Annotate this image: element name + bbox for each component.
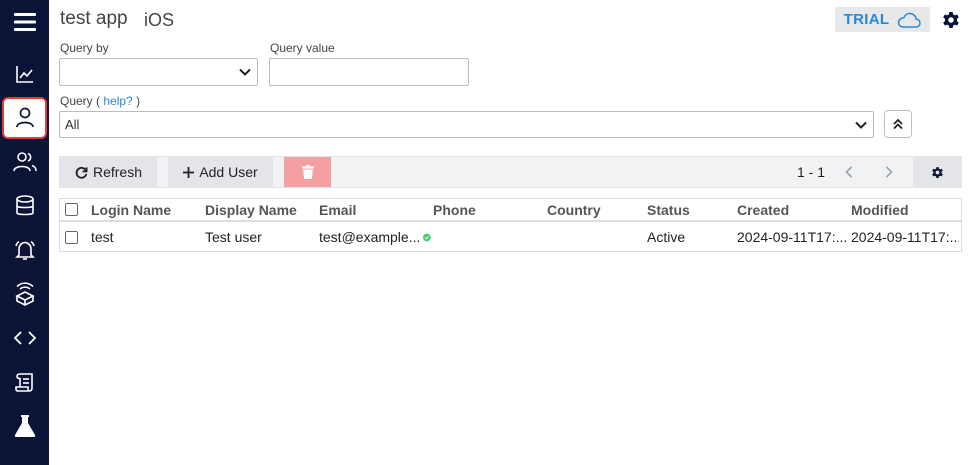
column-header[interactable]: Created	[737, 199, 789, 220]
scroll-icon	[14, 373, 33, 392]
users-icon	[12, 152, 37, 172]
column-header[interactable]: Display Name	[205, 199, 297, 220]
user-icon	[15, 107, 34, 128]
query-value-input[interactable]	[269, 58, 469, 86]
delete-button[interactable]	[284, 157, 331, 187]
column-header[interactable]: Status	[647, 199, 690, 220]
toolbar: Refresh Add User 1 - 1	[59, 156, 962, 188]
column-header[interactable]: Country	[547, 199, 601, 220]
settings-button[interactable]	[940, 9, 962, 31]
next-page-button[interactable]	[876, 157, 902, 187]
bell-icon	[14, 240, 35, 260]
gear-icon	[932, 166, 943, 178]
cloud-icon	[898, 12, 922, 28]
cell-email: test@example...	[319, 223, 431, 251]
query-select[interactable]: All	[59, 111, 874, 138]
flask-icon	[14, 415, 35, 437]
verified-check-icon	[423, 233, 431, 241]
menu-icon	[13, 13, 36, 31]
column-header[interactable]: Phone	[433, 199, 476, 220]
email-text: test@example...	[319, 229, 421, 245]
query-label-suffix: )	[136, 94, 141, 108]
sidebar-item-notifications[interactable]	[0, 229, 49, 271]
chart-line-icon	[15, 66, 33, 83]
query-value-label: Query value	[270, 41, 335, 55]
table-row[interactable]: test Test user test@example... Active 20…	[60, 223, 961, 251]
app-platform: iOS	[144, 10, 175, 30]
chevron-down-icon	[855, 121, 867, 129]
sidebar-item-users[interactable]	[2, 97, 47, 139]
prev-page-button[interactable]	[836, 157, 862, 187]
query-by-select[interactable]	[59, 58, 258, 86]
column-header[interactable]: Login Name	[91, 199, 171, 220]
table-header: Login Name Display Name Email Phone Coun…	[60, 199, 961, 222]
select-all-checkbox-cell	[65, 199, 78, 220]
menu-button[interactable]	[0, 0, 49, 44]
add-user-label: Add User	[199, 164, 258, 180]
query-select-value: All	[65, 117, 80, 132]
code-icon	[13, 331, 36, 345]
chevron-left-icon	[845, 166, 853, 178]
cell-login-name: test	[91, 229, 114, 245]
users-table: Login Name Display Name Email Phone Coun…	[59, 198, 962, 252]
sidebar-item-data[interactable]	[0, 185, 49, 227]
row-checkbox-cell	[65, 223, 78, 251]
double-chevron-up-icon	[893, 118, 903, 130]
trial-badge[interactable]: TRIAL	[835, 7, 930, 32]
table-settings-button[interactable]	[913, 157, 962, 187]
cell-status: Active	[647, 229, 686, 245]
sidebar-item-lab[interactable]	[0, 405, 49, 447]
sidebar-item-analytics[interactable]	[0, 53, 49, 95]
sidebar-item-plugins[interactable]	[0, 273, 49, 315]
cell-phone	[433, 223, 543, 251]
chevron-right-icon	[885, 166, 893, 178]
database-icon	[15, 195, 34, 216]
cell-country	[547, 223, 643, 251]
gear-icon	[943, 12, 959, 28]
cell-modified: 2024-09-11T17:...	[851, 229, 959, 245]
select-all-checkbox[interactable]	[65, 203, 78, 216]
chevron-down-icon	[239, 68, 251, 76]
add-user-button[interactable]: Add User	[168, 157, 273, 187]
row-checkbox[interactable]	[65, 230, 78, 244]
trial-label: TRIAL	[843, 11, 890, 28]
sidebar-item-code[interactable]	[0, 317, 49, 359]
column-header[interactable]: Email	[319, 199, 356, 220]
collapse-query-button[interactable]	[884, 110, 912, 138]
column-header[interactable]: Modified	[851, 199, 909, 220]
package-icon	[14, 282, 35, 306]
query-label-prefix: Query (	[60, 94, 101, 108]
sidebar-item-logs[interactable]	[0, 361, 49, 403]
refresh-button[interactable]: Refresh	[60, 157, 157, 187]
plus-icon	[183, 166, 195, 178]
help-link[interactable]: help?	[103, 94, 132, 108]
query-by-label: Query by	[60, 41, 109, 55]
cell-display-name: Test user	[205, 229, 262, 245]
sidebar	[0, 0, 49, 465]
app-title: test app	[60, 8, 128, 29]
refresh-icon	[75, 166, 88, 179]
trash-icon	[301, 165, 314, 179]
pagination-label: 1 - 1	[797, 164, 826, 180]
query-label: Query ( help? )	[60, 94, 140, 108]
cell-created: 2024-09-11T17:...	[737, 229, 847, 245]
sidebar-item-groups[interactable]	[0, 141, 49, 183]
refresh-label: Refresh	[92, 164, 143, 180]
